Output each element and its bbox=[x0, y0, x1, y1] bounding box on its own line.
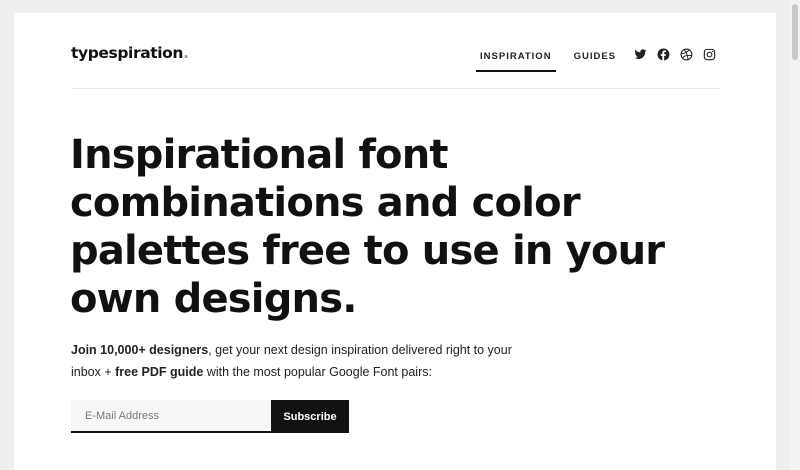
logo-text: typespiration bbox=[71, 44, 184, 62]
facebook-icon[interactable] bbox=[657, 48, 670, 61]
social-links bbox=[634, 48, 716, 61]
dribbble-icon[interactable] bbox=[680, 48, 693, 61]
nav-item-inspiration[interactable]: INSPIRATION bbox=[476, 51, 556, 72]
page-card: typespiration. INSPIRATION GUIDES Inspir… bbox=[14, 13, 776, 470]
email-field[interactable] bbox=[71, 400, 271, 433]
subtext-part-2: with the most popular Google Font pairs: bbox=[203, 365, 432, 379]
subtext-bold-pdf-guide: free PDF guide bbox=[115, 365, 204, 379]
hero-headline: Inspirational font combinations and colo… bbox=[70, 132, 665, 322]
main-nav: INSPIRATION GUIDES bbox=[476, 51, 616, 72]
scrollbar[interactable] bbox=[790, 0, 800, 470]
signup-form: Subscribe bbox=[71, 400, 349, 433]
logo-dot: . bbox=[183, 44, 189, 62]
header-divider bbox=[71, 88, 720, 89]
hero-subtext: Join 10,000+ designers, get your next de… bbox=[71, 339, 541, 383]
nav-item-guides[interactable]: GUIDES bbox=[574, 51, 616, 72]
instagram-icon[interactable] bbox=[703, 48, 716, 61]
subscribe-button[interactable]: Subscribe bbox=[271, 400, 349, 433]
site-logo[interactable]: typespiration. bbox=[71, 44, 189, 62]
subtext-bold-designers: Join 10,000+ designers bbox=[71, 343, 209, 357]
twitter-icon[interactable] bbox=[634, 48, 647, 61]
scrollbar-thumb[interactable] bbox=[792, 4, 798, 60]
